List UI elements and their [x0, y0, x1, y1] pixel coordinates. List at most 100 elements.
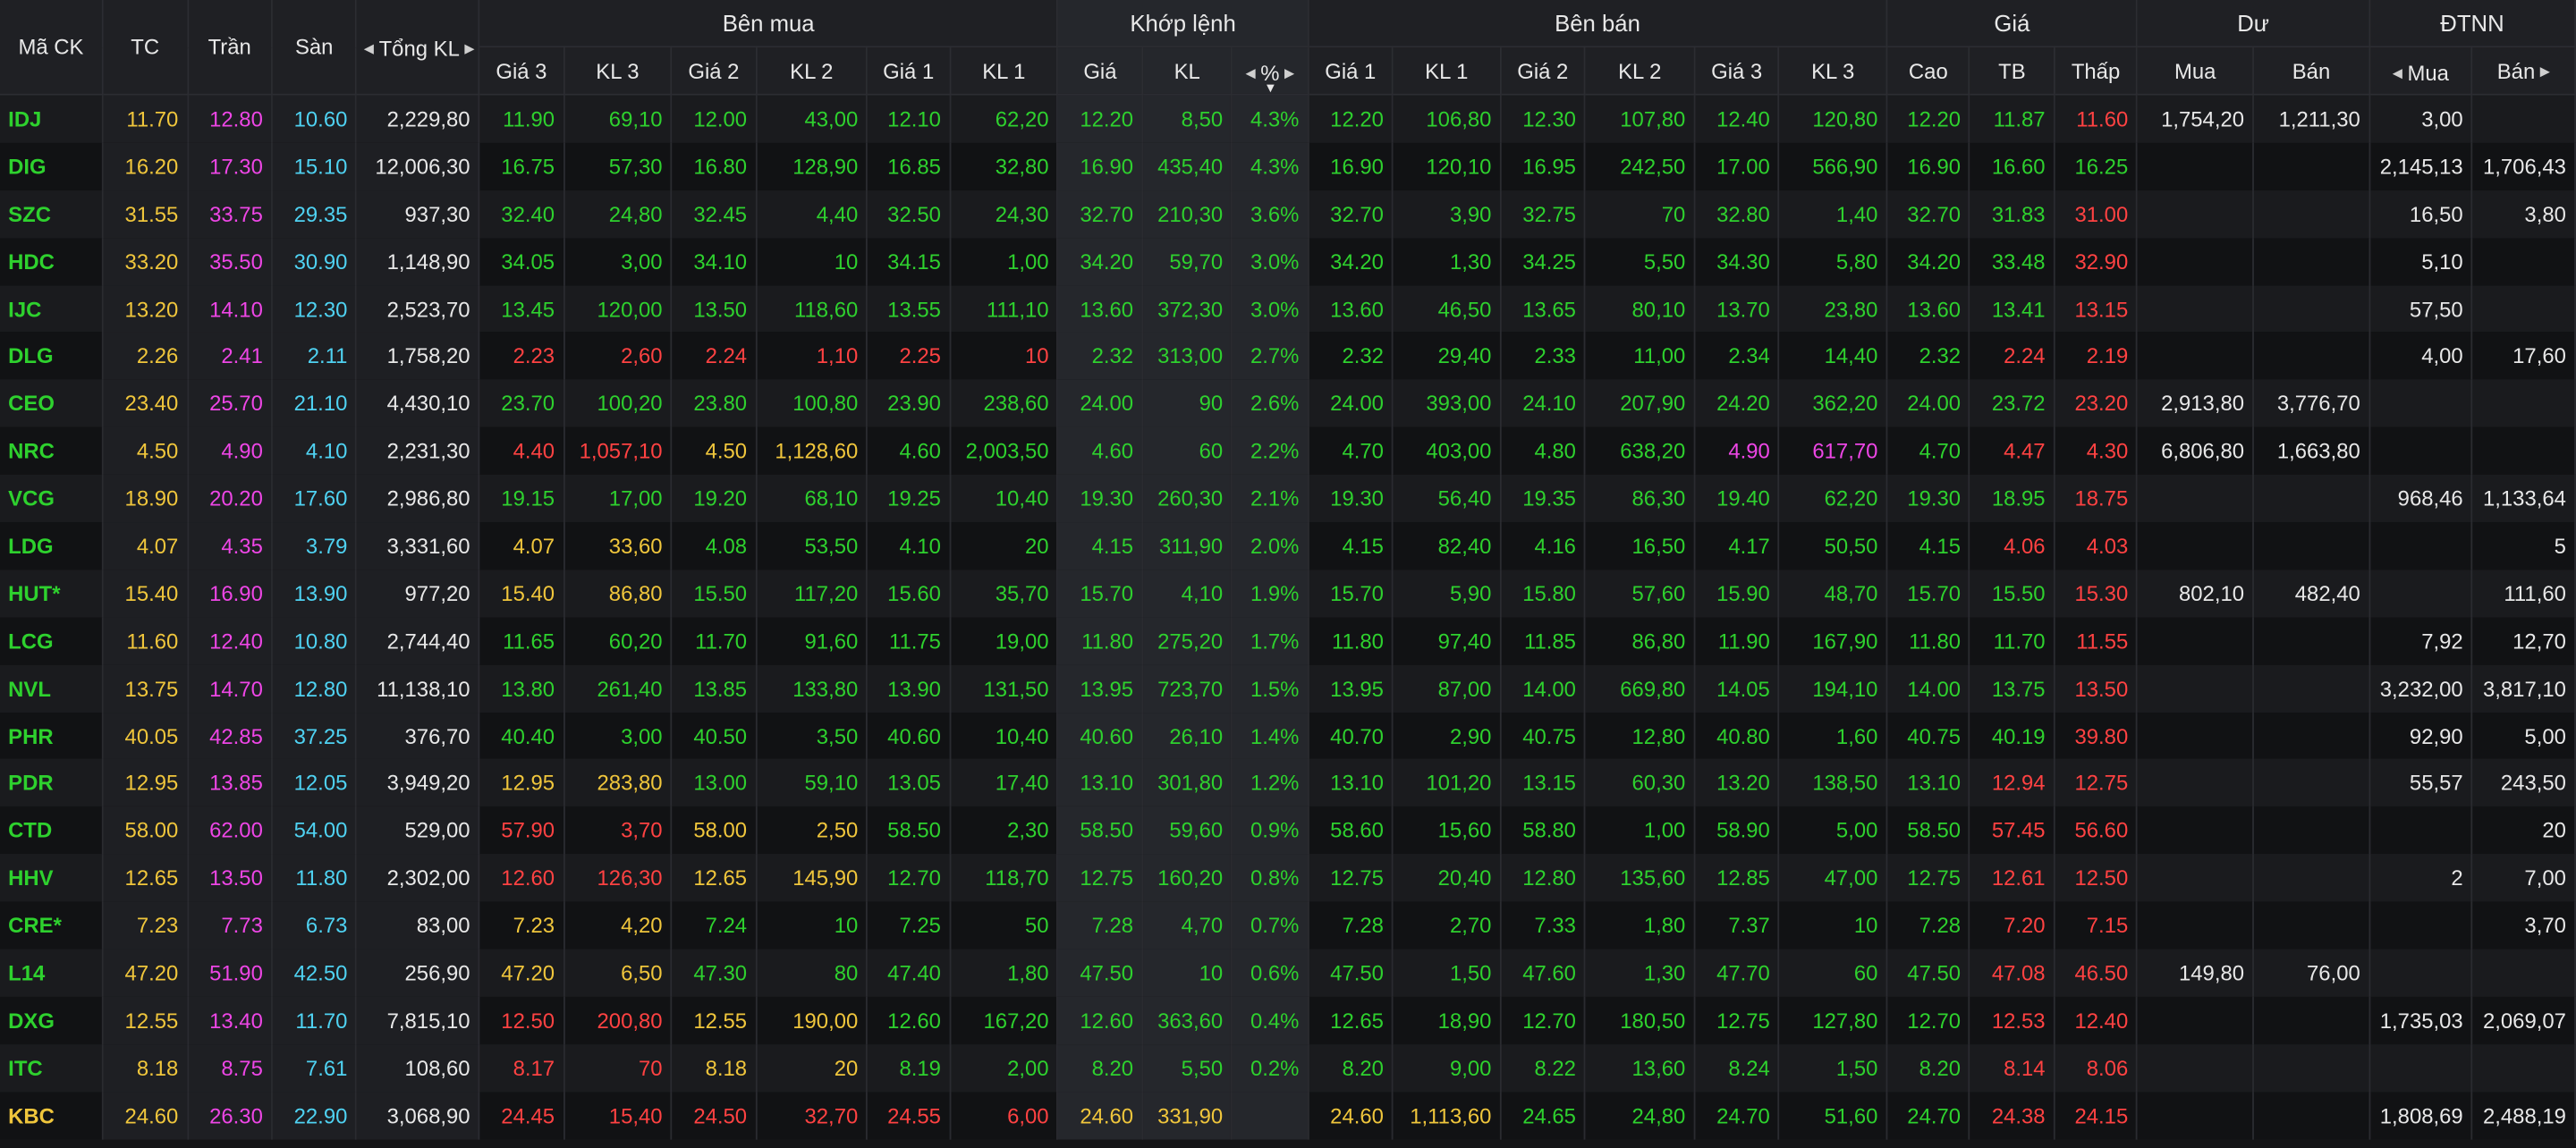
- buy-vol-2: 10: [756, 901, 869, 950]
- stock-symbol[interactable]: HDC: [0, 237, 104, 285]
- col-low[interactable]: Thấp: [2054, 46, 2139, 96]
- col-buy-price-2[interactable]: Giá 2: [671, 46, 758, 96]
- stock-symbol[interactable]: PDR: [0, 759, 104, 807]
- table-row[interactable]: IJC 13.20 14.10 12.30 2,523,70 13.45 120,00 13.…: [0, 284, 2576, 333]
- sell-price-1: 19.30: [1308, 475, 1394, 523]
- col-foreign-sell[interactable]: Bán ▶: [2471, 46, 2576, 96]
- col-residual-buy[interactable]: Mua: [2137, 46, 2255, 96]
- col-buy-vol-3[interactable]: KL 3: [564, 46, 673, 96]
- stock-symbol[interactable]: DXG: [0, 996, 104, 1044]
- stock-symbol[interactable]: CEO: [0, 379, 104, 427]
- ceil-price: 12.40: [187, 617, 273, 665]
- table-row[interactable]: SZC 31.55 33.75 29.35 937,30 32.40 24,80 32.45 4…: [0, 190, 2576, 238]
- group-residual: Dư: [2137, 0, 2370, 48]
- table-row[interactable]: HDC 33.20 35.50 30.90 1,148,90 34.05 3,00 34.10…: [0, 237, 2576, 285]
- stock-symbol[interactable]: LDG: [0, 522, 104, 570]
- buy-vol-1: 35,70: [950, 570, 1059, 618]
- table-row[interactable]: CTD 58.00 62.00 54.00 529,00 57.90 3,70 58.00 2,…: [0, 806, 2576, 855]
- col-foreign-buy[interactable]: ◀ Mua: [2368, 46, 2473, 96]
- ref-price: 18.90: [102, 475, 189, 523]
- col-total-volume[interactable]: ◀ Tổng KL ▶: [356, 0, 480, 96]
- table-row[interactable]: NVL 13.75 14.70 12.80 11,138,10 13.80 261,40 13…: [0, 664, 2576, 713]
- stock-symbol[interactable]: ITC: [0, 1043, 104, 1092]
- stock-symbol[interactable]: DLG: [0, 332, 104, 380]
- table-row[interactable]: NRC 4.50 4.90 4.10 2,231,30 4.40 1,057,10 4.50 1…: [0, 426, 2576, 476]
- caret-right-icon[interactable]: ▶: [464, 41, 474, 56]
- stock-symbol[interactable]: VCG: [0, 475, 104, 523]
- stock-symbol[interactable]: KBC: [0, 1091, 104, 1139]
- stock-symbol[interactable]: IJC: [0, 284, 104, 333]
- match-price: 12.60: [1057, 996, 1144, 1044]
- stock-symbol[interactable]: CRE*: [0, 901, 104, 950]
- low-price: 4.03: [2054, 522, 2139, 570]
- floor-price: 10.80: [271, 617, 358, 665]
- sell-price-2: 16.95: [1500, 142, 1586, 190]
- col-sell-vol-2[interactable]: KL 2: [1585, 46, 1696, 96]
- floor-price: 30.90: [271, 237, 358, 285]
- table-row[interactable]: VCG 18.90 20.20 17.60 2,986,80 19.15 17,00 19.2…: [0, 475, 2576, 523]
- total-volume: 3,331,60: [356, 522, 480, 570]
- col-average[interactable]: TB: [1970, 46, 2055, 96]
- stock-symbol[interactable]: DIG: [0, 142, 104, 190]
- table-row[interactable]: DIG 16.20 17.30 15.10 12,006,30 16.75 57,30 16.…: [0, 142, 2576, 190]
- stock-symbol[interactable]: SZC: [0, 190, 104, 238]
- residual-sell: [2253, 284, 2370, 333]
- buy-price-1: 32.50: [867, 190, 951, 238]
- table-row[interactable]: HHV 12.65 13.50 11.80 2,302,00 12.60 126,30 12.…: [0, 854, 2576, 902]
- table-row[interactable]: LCG 11.60 12.40 10.80 2,744,40 11.65 60,20 11.7…: [0, 617, 2576, 665]
- residual-sell: [2253, 712, 2370, 760]
- col-buy-vol-1[interactable]: KL 1: [950, 46, 1059, 96]
- col-symbol[interactable]: Mã CK: [0, 0, 104, 96]
- stock-symbol[interactable]: HUT*: [0, 570, 104, 618]
- col-buy-price-3[interactable]: Giá 3: [479, 46, 565, 96]
- buy-vol-1: 238,60: [950, 379, 1059, 427]
- table-row[interactable]: LDG 4.07 4.35 3.79 3,331,60 4.07 33,60 4.08 53,5…: [0, 522, 2576, 570]
- col-high[interactable]: Cao: [1886, 46, 1971, 96]
- col-sell-price-1[interactable]: Giá 1: [1308, 46, 1394, 96]
- caret-right-icon[interactable]: ▶: [1284, 65, 1294, 80]
- stock-symbol[interactable]: NVL: [0, 664, 104, 713]
- stock-symbol[interactable]: L14: [0, 949, 104, 997]
- col-sell-price-3[interactable]: Giá 3: [1694, 46, 1780, 96]
- sort-desc-icon[interactable]: ▼: [1264, 80, 1277, 93]
- stock-symbol[interactable]: PHR: [0, 712, 104, 760]
- caret-left-icon[interactable]: ◀: [364, 41, 374, 56]
- ceil-price: 17.30: [187, 142, 273, 190]
- table-row[interactable]: CEO 23.40 25.70 21.10 4,430,10 23.70 100,20 23.…: [0, 379, 2576, 427]
- ceil-price: 12.80: [187, 94, 273, 143]
- table-row[interactable]: CRE* 7.23 7.73 6.73 83,00 7.23 4,20 7.24 10 7.25 5…: [0, 901, 2576, 950]
- sell-vol-1: 97,40: [1393, 617, 1502, 665]
- stock-symbol[interactable]: LCG: [0, 617, 104, 665]
- buy-vol-2: 2,50: [756, 806, 869, 855]
- col-ref[interactable]: TC: [102, 0, 189, 96]
- stock-symbol[interactable]: IDJ: [0, 94, 104, 143]
- table-row[interactable]: DXG 12.55 13.40 11.70 7,815,10 12.50 200,80 12.…: [0, 996, 2576, 1044]
- stock-symbol[interactable]: HHV: [0, 854, 104, 902]
- col-match-price[interactable]: Giá: [1057, 46, 1144, 96]
- col-floor[interactable]: Sàn: [271, 0, 358, 96]
- col-buy-vol-2[interactable]: KL 2: [756, 46, 869, 96]
- stock-symbol[interactable]: CTD: [0, 806, 104, 855]
- col-residual-sell[interactable]: Bán: [2253, 46, 2370, 96]
- col-buy-price-1[interactable]: Giá 1: [867, 46, 951, 96]
- col-sell-price-2[interactable]: Giá 2: [1500, 46, 1586, 96]
- col-match-volume[interactable]: KL: [1142, 46, 1233, 96]
- col-match-percent[interactable]: ◀% ▶ ▼: [1232, 46, 1309, 96]
- caret-left-icon[interactable]: ◀: [1245, 65, 1255, 80]
- caret-left-icon[interactable]: ◀: [2393, 65, 2402, 80]
- table-row[interactable]: DLG 2.26 2.41 2.11 1,758,20 2.23 2,60 2.24 1,10 2…: [0, 332, 2576, 380]
- table-row[interactable]: KBC 24.60 26.30 22.90 3,068,90 24.45 15,40 24.5…: [0, 1091, 2576, 1139]
- col-sell-vol-1[interactable]: KL 1: [1393, 46, 1502, 96]
- caret-right-icon[interactable]: ▶: [2540, 63, 2550, 79]
- col-ceil[interactable]: Trần: [187, 0, 273, 96]
- table-row[interactable]: PDR 12.95 13.85 12.05 3,949,20 12.95 283,80 13.…: [0, 759, 2576, 807]
- match-percent: 2.0%: [1232, 522, 1309, 570]
- table-row[interactable]: L14 47.20 51.90 42.50 256,90 47.20 6,50 47.30 80…: [0, 949, 2576, 997]
- low-price: 32.90: [2054, 237, 2139, 285]
- col-sell-vol-3[interactable]: KL 3: [1778, 46, 1888, 96]
- table-row[interactable]: ITC 8.18 8.75 7.61 108,60 8.17 70 8.18 20 8.19 2,0…: [0, 1043, 2576, 1092]
- stock-symbol[interactable]: NRC: [0, 426, 104, 476]
- table-row[interactable]: IDJ 11.70 12.80 10.60 2,229,80 11.90 69,10 12.0…: [0, 94, 2576, 143]
- table-row[interactable]: HUT* 15.40 16.90 13.90 977,20 15.40 86,80 15.50…: [0, 570, 2576, 618]
- table-row[interactable]: PHR 40.05 42.85 37.25 376,70 40.40 3,00 40.50 3,…: [0, 712, 2576, 760]
